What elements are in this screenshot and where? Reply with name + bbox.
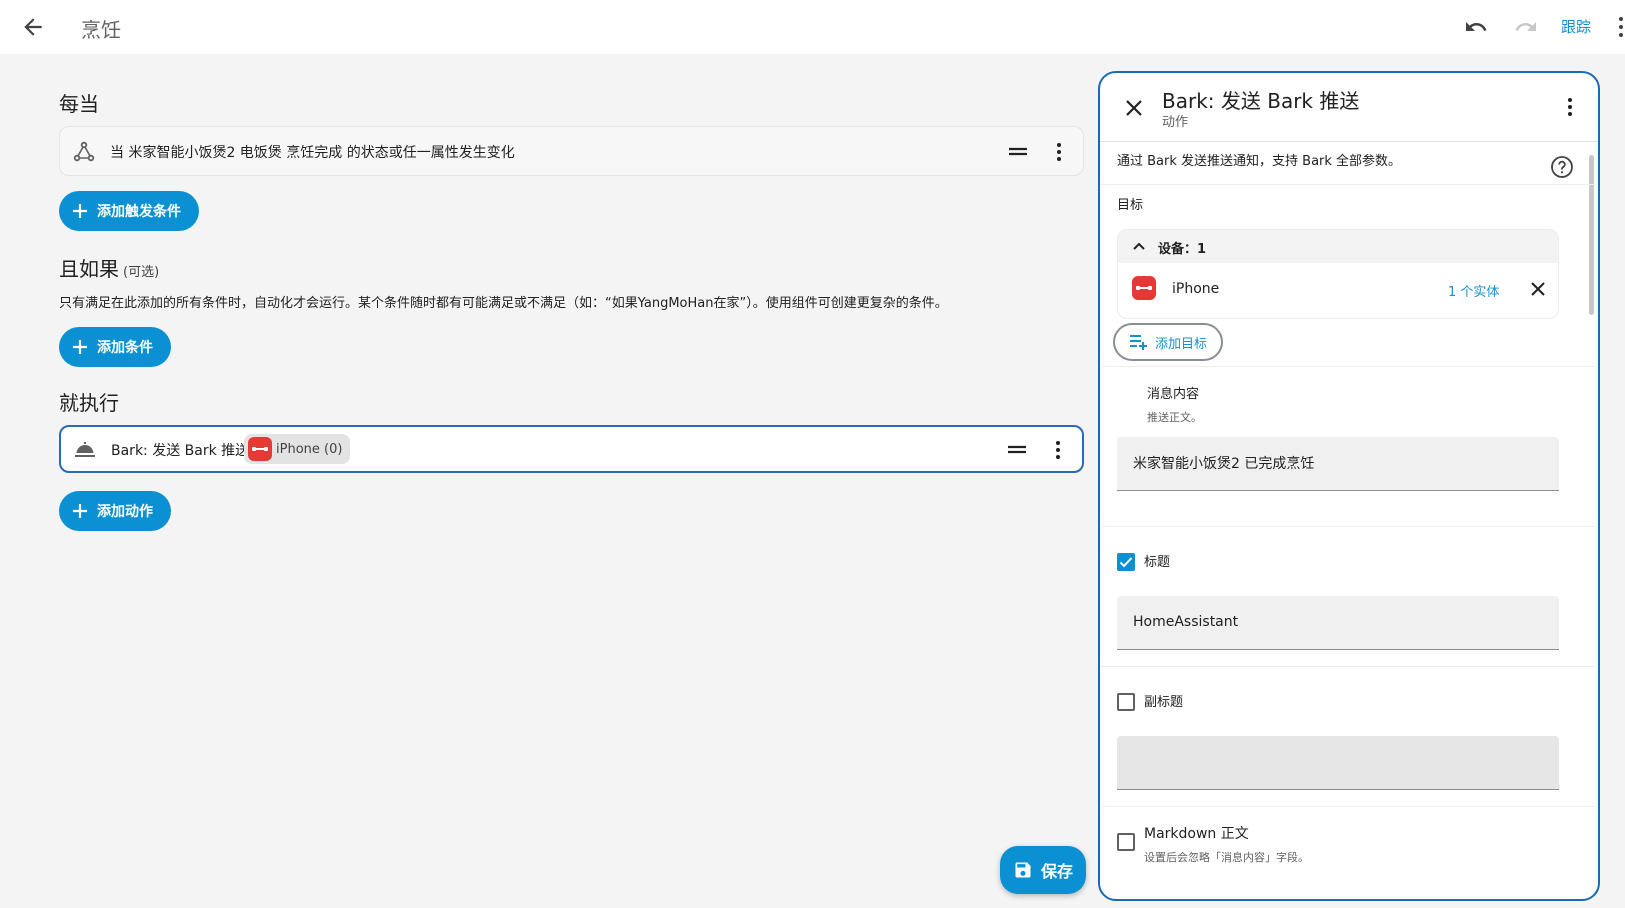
divider xyxy=(1100,184,1596,185)
page-title: 烹饪 xyxy=(81,18,121,42)
add-condition-button[interactable]: 添加条件 xyxy=(59,327,171,367)
divider xyxy=(1100,526,1596,527)
target-group-label: 设备：1 xyxy=(1158,242,1207,257)
save-label: 保存 xyxy=(1040,862,1073,881)
title-field[interactable] xyxy=(1117,596,1559,650)
add-trigger-label: 添加触发条件 xyxy=(97,204,181,220)
conditions-heading: 且如果 (可选) xyxy=(59,253,159,282)
check-icon xyxy=(1119,557,1133,568)
remove-target-icon[interactable] xyxy=(1528,279,1548,299)
subtitle-checkbox[interactable] xyxy=(1117,693,1135,711)
message-input[interactable] xyxy=(1133,455,1533,471)
action-menu-icon[interactable] xyxy=(1046,438,1070,462)
actions-heading: 就执行 xyxy=(59,391,119,415)
header-divider xyxy=(1100,141,1598,142)
plus-icon xyxy=(73,204,87,218)
target-entities-link[interactable]: 1 个实体 xyxy=(1448,281,1499,300)
title-field-label: 标题 xyxy=(1144,555,1171,570)
overflow-menu-icon[interactable] xyxy=(1617,14,1625,40)
trigger-label: 当 米家智能小饭煲2 电饭煲 烹饪完成 的状态或任一属性发生变化 xyxy=(110,145,515,161)
add-trigger-button[interactable]: 添加触发条件 xyxy=(59,191,199,231)
target-group-header[interactable]: 设备：1 xyxy=(1118,230,1558,263)
chevron-up-icon xyxy=(1133,242,1145,250)
bark-logo-icon xyxy=(1132,276,1156,300)
plus-icon xyxy=(73,504,87,518)
divider xyxy=(1100,806,1596,807)
add-action-button[interactable]: 添加动作 xyxy=(59,491,171,531)
action-card[interactable]: Bark: 发送 Bark 推送 iPhone (0) xyxy=(59,425,1084,473)
message-field[interactable] xyxy=(1117,437,1559,491)
state-trigger-icon xyxy=(73,141,95,162)
trigger-menu-icon[interactable] xyxy=(1047,140,1071,164)
divider xyxy=(1100,666,1596,667)
add-target-button[interactable]: 添加目标 xyxy=(1113,323,1223,361)
subtitle-input xyxy=(1133,754,1533,770)
message-label: 消息内容 xyxy=(1147,387,1200,402)
target-device-name: iPhone xyxy=(1172,281,1220,297)
trigger-card[interactable]: 当 米家智能小饭煲2 电饭煲 烹饪完成 的状态或任一属性发生变化 xyxy=(59,126,1084,176)
help-icon[interactable] xyxy=(1550,155,1574,179)
action-label: Bark: 发送 Bark 推送 xyxy=(111,443,250,459)
target-chip[interactable]: iPhone (0) xyxy=(244,434,351,464)
panel-subtitle: 动作 xyxy=(1162,115,1189,130)
playlist-add-icon xyxy=(1129,335,1147,350)
target-selector: 设备：1 iPhone 1 个实体 xyxy=(1117,229,1559,319)
message-hint: 推送正文。 xyxy=(1147,411,1202,424)
subtitle-field xyxy=(1117,736,1559,790)
bell-service-icon xyxy=(75,442,95,457)
undo-icon[interactable] xyxy=(1464,15,1488,39)
add-condition-label: 添加条件 xyxy=(97,340,153,356)
markdown-hint: 设置后会忽略「消息内容」字段。 xyxy=(1144,851,1309,864)
drag-handle-icon[interactable] xyxy=(1007,141,1029,163)
service-description: 通过 Bark 发送推送通知，支持 Bark 全部参数。 xyxy=(1117,154,1402,169)
save-icon xyxy=(1015,862,1031,878)
add-target-label: 添加目标 xyxy=(1154,336,1207,352)
redo-icon[interactable] xyxy=(1514,15,1538,39)
drag-handle-icon[interactable] xyxy=(1006,439,1028,461)
close-icon[interactable] xyxy=(1122,96,1146,120)
trace-button[interactable]: 跟踪 xyxy=(1561,16,1591,37)
divider xyxy=(1100,366,1596,367)
action-editor-panel: Bark: 发送 Bark 推送 动作 通过 Bark 发送推送通知，支持 Ba… xyxy=(1098,71,1600,901)
markdown-checkbox[interactable] xyxy=(1117,833,1135,851)
add-action-label: 添加动作 xyxy=(97,504,153,520)
title-input[interactable] xyxy=(1133,614,1533,630)
conditions-title: 且如果 xyxy=(59,257,119,281)
markdown-label: Markdown 正文 xyxy=(1144,826,1249,842)
conditions-description: 只有满足在此添加的所有条件时，自动化才会运行。某个条件随时都有可能满足或不满足（… xyxy=(59,296,948,311)
top-app-bar: 烹饪 跟踪 xyxy=(0,0,1625,54)
target-label: 目标 xyxy=(1117,198,1144,213)
panel-menu-icon[interactable] xyxy=(1558,95,1582,119)
target-chip-label: iPhone (0) xyxy=(276,441,343,457)
panel-scrollbar[interactable] xyxy=(1589,155,1594,315)
save-button[interactable]: 保存 xyxy=(1000,846,1086,894)
subtitle-field-label: 副标题 xyxy=(1144,695,1184,710)
panel-title: Bark: 发送 Bark 推送 xyxy=(1162,89,1360,113)
optional-label: (可选) xyxy=(123,265,160,280)
plus-icon xyxy=(73,340,87,354)
back-arrow-icon[interactable] xyxy=(20,14,46,40)
triggers-heading: 每当 xyxy=(59,92,99,116)
title-checkbox[interactable] xyxy=(1117,553,1135,571)
bark-logo-icon xyxy=(248,437,272,461)
